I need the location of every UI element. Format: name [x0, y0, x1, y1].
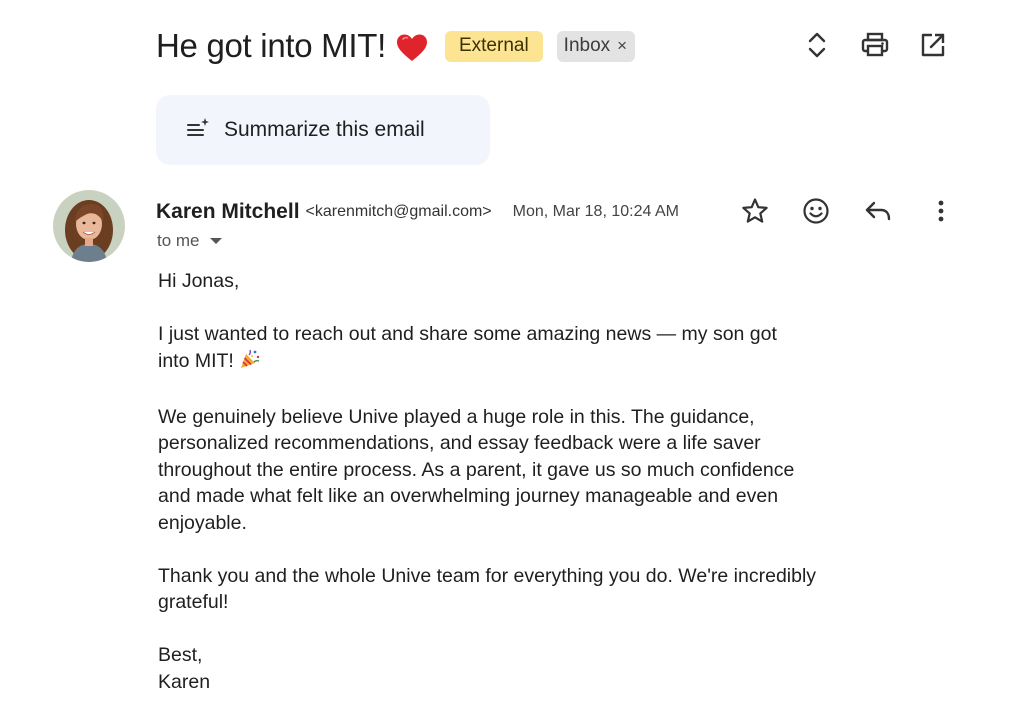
- chevron-down-icon: [209, 238, 222, 244]
- paragraph-3: Thank you and the whole Unive team for e…: [158, 564, 817, 614]
- email-subject: He got into MIT!: [156, 27, 386, 64]
- sparkle-list-icon: [186, 117, 210, 144]
- red-heart-icon: [396, 33, 428, 63]
- recipients-toggle[interactable]: to me: [157, 231, 222, 251]
- sender-avatar[interactable]: [53, 190, 125, 262]
- expand-collapse-icon[interactable]: [802, 30, 832, 60]
- signoff: Best,: [158, 644, 203, 666]
- subject-row: He got into MIT! External Inbox ×: [156, 24, 636, 68]
- label-inbox-text: Inbox: [563, 35, 611, 56]
- signature: Karen: [158, 670, 211, 693]
- print-icon[interactable]: [860, 30, 890, 60]
- summarize-label: Summarize this email: [224, 118, 425, 141]
- star-icon[interactable]: [740, 196, 770, 226]
- remove-label-icon[interactable]: ×: [617, 36, 627, 56]
- signature-block: Best, Karen: [158, 642, 878, 695]
- message-actions: [740, 196, 956, 226]
- label-inbox[interactable]: Inbox ×: [556, 30, 636, 62]
- thread-toolbar: [802, 30, 948, 60]
- summarize-email-button[interactable]: Summarize this email: [156, 95, 490, 165]
- greeting: Hi Jonas,: [158, 270, 240, 292]
- recipients-label: to me: [157, 231, 200, 250]
- sender-row: Karen Mitchell <karenmitch@gmail.com> Mo…: [156, 198, 679, 226]
- message-body: Hi Jonas, I just wanted to reach out and…: [158, 268, 878, 695]
- paragraph-2: We genuinely believe Unive played a huge…: [158, 405, 795, 534]
- more-vert-icon[interactable]: [926, 196, 956, 226]
- open-in-new-window-icon[interactable]: [918, 30, 948, 60]
- sent-date: Mon, Mar 18, 10:24 AM: [512, 203, 679, 220]
- reply-icon[interactable]: [863, 196, 893, 226]
- sender-name[interactable]: Karen Mitchell: [156, 200, 300, 224]
- sender-email: <karenmitch@gmail.com>: [305, 203, 492, 220]
- party-popper-icon: [239, 348, 261, 378]
- paragraph-1: I just wanted to reach out and share som…: [158, 321, 878, 377]
- emoji-reaction-icon[interactable]: [801, 196, 831, 226]
- label-external[interactable]: External: [444, 30, 543, 62]
